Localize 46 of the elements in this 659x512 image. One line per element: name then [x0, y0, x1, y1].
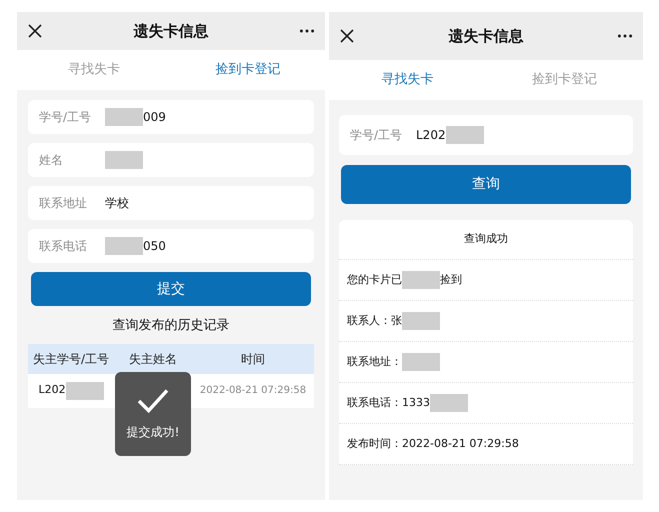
- blurred-block: [105, 108, 143, 126]
- field-label: 学号/工号: [350, 127, 404, 144]
- blurred-block: [402, 271, 440, 289]
- form-field[interactable]: 联系地址 学校: [28, 186, 314, 220]
- value-text: 您的卡片已: [347, 272, 402, 288]
- blurred-block: [66, 382, 104, 400]
- field-label: 姓名: [39, 152, 64, 169]
- toast-text: 提交成功!: [126, 424, 180, 441]
- tab[interactable]: 寻找失卡: [329, 60, 486, 100]
- column-header: 时间: [240, 350, 266, 368]
- blurred-block: [430, 394, 468, 412]
- column-header: 失主姓名: [128, 350, 178, 368]
- value-text: 050: [143, 238, 166, 255]
- tab[interactable]: 捡到卡登记: [171, 50, 325, 90]
- section-title: 查询发布的历史记录: [112, 317, 230, 335]
- value-text: 009: [143, 109, 166, 126]
- tab[interactable]: 寻找失卡: [17, 50, 171, 90]
- value-text: 联系电话：1333: [347, 394, 430, 411]
- form-field[interactable]: 学号/工号 L202: [339, 115, 633, 155]
- form-field[interactable]: 学号/工号 009: [28, 100, 314, 134]
- blurred-block: [446, 126, 484, 144]
- field-label: 学号/工号: [39, 109, 92, 126]
- submit-button[interactable]: 提交: [31, 272, 311, 306]
- column-header: 失主学号/工号: [32, 350, 110, 368]
- form-field[interactable]: 联系电话 050: [28, 229, 314, 263]
- field-label: 联系电话: [39, 238, 88, 255]
- value-text: L202: [38, 382, 66, 398]
- value-text: 联系人：张: [347, 312, 402, 329]
- field-label: 联系地址: [39, 195, 88, 212]
- tab[interactable]: 捡到卡登记: [486, 60, 643, 100]
- blurred-block: [105, 237, 143, 255]
- value-text: L202: [416, 127, 446, 144]
- query-button[interactable]: 查询: [341, 165, 631, 204]
- page-title: 遗失卡信息: [448, 26, 524, 47]
- value-text: 捡到: [440, 272, 462, 288]
- value-text: 发布时间：2022-08-21 07:29:58: [347, 436, 519, 452]
- value-text: 联系地址：: [347, 354, 402, 370]
- value-text: 学校: [105, 195, 129, 212]
- page-title: 遗失卡信息: [134, 20, 208, 42]
- blurred-block: [402, 312, 440, 330]
- value-text: 2022-08-21 07:29:58: [200, 384, 306, 398]
- check-icon: [135, 387, 171, 415]
- blurred-block: [402, 353, 440, 371]
- result-title: 查询成功: [339, 220, 633, 260]
- blurred-block: [105, 151, 143, 169]
- form-field[interactable]: 姓名: [28, 143, 314, 177]
